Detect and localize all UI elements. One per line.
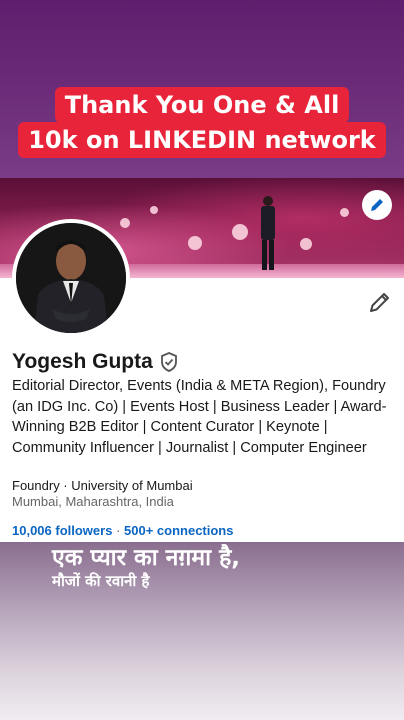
- pencil-icon: [370, 293, 389, 312]
- profile-photo: [16, 223, 126, 333]
- name-row: Yogesh Gupta: [12, 350, 178, 374]
- lyric-line-1: एक प्यार का नग़मा है,: [52, 545, 241, 571]
- overlay-text-2: 10k on LINKEDIN network: [18, 122, 386, 158]
- followers-link[interactable]: 10,006 followers: [12, 523, 112, 538]
- speaker-figure: [261, 196, 275, 270]
- pencil-icon: [371, 199, 383, 211]
- avatar[interactable]: [12, 219, 130, 337]
- edit-profile-button[interactable]: [368, 290, 392, 314]
- overlay-line-1: Thank You One & All: [0, 87, 404, 123]
- network-stats: 10,006 followers · 500+ connections: [12, 523, 233, 538]
- overlay-line-2: 10k on LINKEDIN network: [0, 122, 404, 158]
- stats-separator: ·: [112, 523, 125, 538]
- lyric-line-2: मौजों की रवानी है: [52, 572, 150, 590]
- overlay-text-1: Thank You One & All: [54, 87, 350, 123]
- profile-name: Yogesh Gupta: [12, 350, 153, 373]
- profile-headline: Editorial Director, Events (India & META…: [12, 378, 387, 456]
- profile-company[interactable]: Foundry · University of Mumbai: [12, 478, 193, 493]
- connections-link[interactable]: 500+ connections: [124, 523, 233, 538]
- verified-shield-icon[interactable]: [160, 352, 178, 372]
- edit-cover-button[interactable]: [362, 190, 392, 220]
- profile-location: Mumbai, Maharashtra, India: [12, 494, 174, 509]
